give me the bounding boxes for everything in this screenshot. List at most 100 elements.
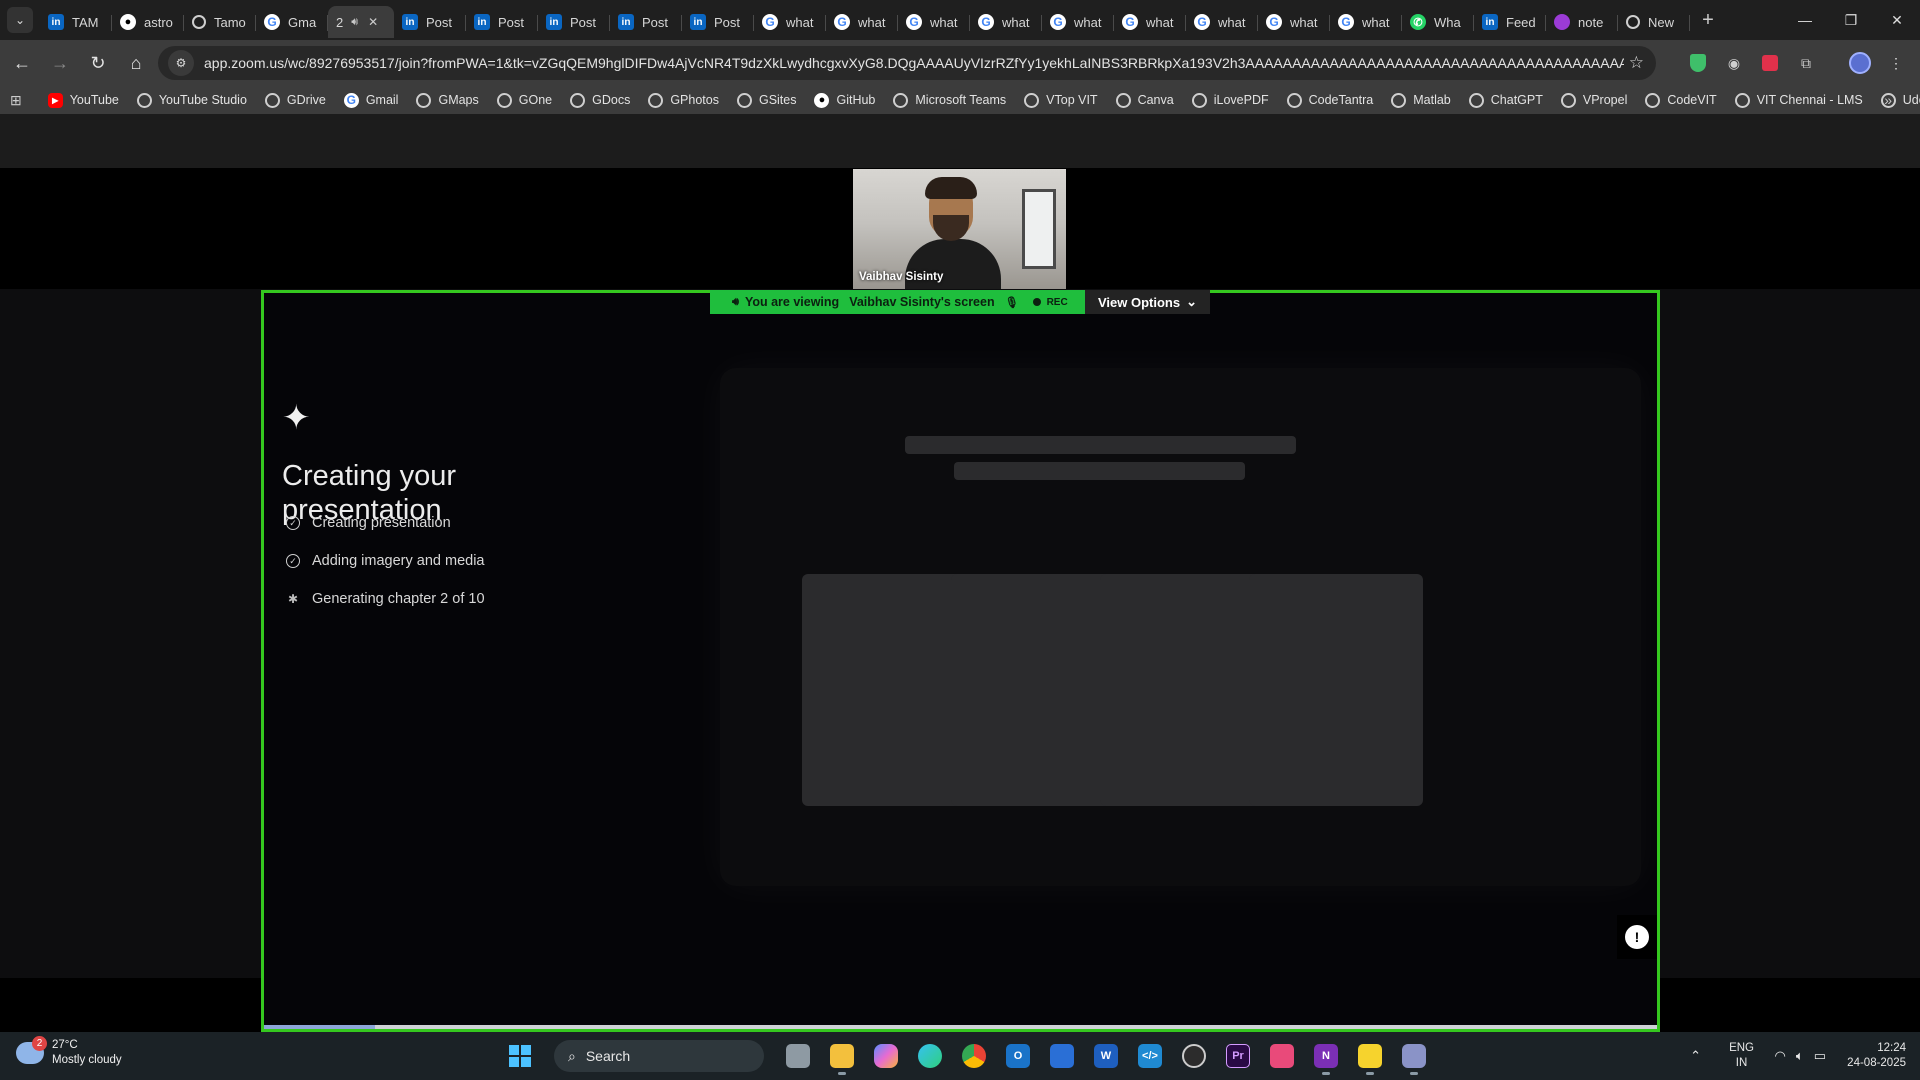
quick-settings[interactable]: ◠ 🔈︎ ▭ (1775, 1048, 1826, 1064)
browser-tab[interactable]: note (1546, 6, 1618, 38)
edge-button[interactable] (912, 1036, 948, 1076)
browser-tab[interactable]: Gwhat (1258, 6, 1330, 38)
restore-icon[interactable]: ❐ (1828, 0, 1874, 40)
bookmark-item[interactable]: Canva (1115, 92, 1174, 108)
zoom-app-button[interactable] (1396, 1036, 1432, 1076)
bookmark-item[interactable]: CodeTantra (1286, 92, 1373, 108)
step-label: Generating chapter 2 of 10 (312, 591, 485, 607)
snipping-tool-button[interactable] (1264, 1036, 1300, 1076)
sticky-notes-button[interactable] (1352, 1036, 1388, 1076)
bookmark-item[interactable]: ● GitHub (814, 92, 875, 108)
store-icon (1050, 1044, 1074, 1068)
mic-muted-icon: 🎙︎ (1004, 296, 1019, 309)
bookmark-item[interactable]: Microsoft Teams (893, 92, 1006, 108)
browser-tab[interactable]: in Post (466, 6, 538, 38)
premiere-button[interactable]: Pr (1220, 1036, 1256, 1076)
bookmark-item[interactable]: CodeVIT (1645, 92, 1717, 108)
onenote-button[interactable]: N (1308, 1036, 1344, 1076)
outlook-button[interactable]: O (1000, 1036, 1036, 1076)
shield-extension-icon[interactable] (1684, 48, 1712, 78)
minimize-icon[interactable]: — (1782, 0, 1828, 40)
bookmark-item[interactable]: GDocs (570, 92, 630, 108)
bookmark-label: YouTube Studio (158, 93, 247, 107)
browser-tab[interactable]: in Post (610, 6, 682, 38)
bookmark-item[interactable]: ChatGPT (1468, 92, 1543, 108)
profile-avatar[interactable] (1846, 48, 1874, 78)
pocket-extension-icon[interactable] (1756, 48, 1784, 78)
browser-tab[interactable]: in Post (682, 6, 754, 38)
browser-tab[interactable]: Tamo (184, 6, 256, 38)
back-button[interactable]: ← (4, 45, 40, 81)
participant-video-tile[interactable]: Vaibhav Sisinty (853, 169, 1066, 289)
task-view-button[interactable] (780, 1036, 816, 1076)
tab-audio-icon[interactable]: 🔊︎ (351, 16, 358, 29)
bookmark-item[interactable]: VTop VIT (1024, 92, 1098, 108)
browser-tab[interactable]: Gwhat (1042, 6, 1114, 38)
browser-tab[interactable]: Gwhat (754, 6, 826, 38)
store-button[interactable] (1044, 1036, 1080, 1076)
bookmark-item[interactable]: GMaps (416, 92, 479, 108)
home-button[interactable]: ⌂ (118, 45, 154, 81)
bookmark-label: GPhotos (670, 93, 719, 107)
bookmark-item[interactable]: YouTube Studio (136, 92, 247, 108)
browser-tab[interactable]: Gwhat (1114, 6, 1186, 38)
file-explorer-button[interactable] (824, 1036, 860, 1076)
camera-extension-icon[interactable]: ◉ (1720, 48, 1748, 78)
browser-tab[interactable]: in Post (538, 6, 610, 38)
bookmark-item[interactable]: ▶ YouTube (47, 92, 119, 108)
browser-tab[interactable]: Gwhat (1186, 6, 1258, 38)
browser-tab[interactable]: ✆ Wha (1402, 6, 1474, 38)
apps-grid-icon[interactable]: ⊞ (10, 92, 22, 109)
bookmark-item[interactable]: GPhotos (648, 92, 719, 108)
url-text[interactable]: app.zoom.us/wc/89276953517/join?fromPWA=… (204, 55, 1624, 71)
bookmarks-bar: ⊞ ▶ YouTube YouTube Studio GDrive G Gmail GMap… (0, 86, 1920, 114)
chrome-button[interactable] (956, 1036, 992, 1076)
chatgpt-icon (1468, 92, 1484, 108)
bookmark-item[interactable]: iLovePDF (1191, 92, 1269, 108)
help-button[interactable]: ! (1617, 915, 1657, 959)
show-hidden-icons-chevron[interactable]: ⌃ (1681, 1048, 1711, 1064)
bookmark-item[interactable]: GOne (496, 92, 552, 108)
browser-tab[interactable]: Gwhat (826, 6, 898, 38)
bookmark-item[interactable]: VIT Chennai - LMS (1734, 92, 1863, 108)
tab-search-button[interactable]: ⌄ (0, 0, 40, 40)
copilot-button[interactable] (868, 1036, 904, 1076)
extensions-puzzle-icon[interactable]: ⧉ (1792, 48, 1820, 78)
browser-tab[interactable]: Gwhat (970, 6, 1042, 38)
tab-close-icon[interactable]: ✕ (368, 15, 378, 29)
browser-tab[interactable]: Gwhat (898, 6, 970, 38)
browser-tab[interactable]: 2 🔊︎ ✕ (328, 6, 394, 38)
vscode-button[interactable]: </> (1132, 1036, 1168, 1076)
close-icon[interactable]: ✕ (1874, 0, 1920, 40)
reload-button[interactable]: ↻ (80, 45, 116, 81)
whatsapp-icon: ✆ (1410, 14, 1426, 30)
site-info-icon[interactable]: ⚙ (168, 50, 194, 76)
bookmark-item[interactable]: GSites (736, 92, 796, 108)
weather-widget[interactable]: 2 27°C Mostly cloudy (16, 1036, 122, 1068)
bookmark-item[interactable]: Matlab (1391, 92, 1451, 108)
bookmark-item[interactable]: G Gmail (343, 92, 398, 108)
bookmark-star-icon[interactable]: ☆ (1629, 53, 1644, 73)
browser-tab[interactable]: in Feed (1474, 6, 1546, 38)
forward-button[interactable]: → (42, 45, 78, 81)
bookmark-item[interactable]: VPropel (1560, 92, 1627, 108)
browser-tab[interactable]: in Post (394, 6, 466, 38)
taskbar-search[interactable]: ⌕ Search (554, 1040, 764, 1072)
address-bar[interactable]: ⚙ app.zoom.us/wc/89276953517/join?fromPW… (158, 46, 1656, 80)
browser-tab[interactable]: in TAM (40, 6, 112, 38)
browser-tab[interactable]: G Gma (256, 6, 328, 38)
bookmark-item[interactable]: GDrive (264, 92, 326, 108)
view-options-button[interactable]: View Options ⌄ (1085, 290, 1210, 314)
language-indicator[interactable]: ENG IN (1719, 1041, 1765, 1071)
cloud-icon: 2 (16, 1036, 47, 1064)
browser-tab[interactable]: Gwhat (1330, 6, 1402, 38)
new-tab-button[interactable]: + (1692, 4, 1724, 36)
browser-tab[interactable]: New (1618, 6, 1690, 38)
start-button[interactable] (502, 1036, 538, 1076)
word-button[interactable]: W (1088, 1036, 1124, 1076)
browser-menu-icon[interactable]: ⋮ (1882, 48, 1910, 78)
obs-button[interactable] (1176, 1036, 1212, 1076)
more-bookmarks-icon[interactable]: » (1884, 92, 1892, 108)
clock[interactable]: 12:24 24-08-2025 (1836, 1041, 1920, 1071)
browser-tab[interactable]: ● astro (112, 6, 184, 38)
